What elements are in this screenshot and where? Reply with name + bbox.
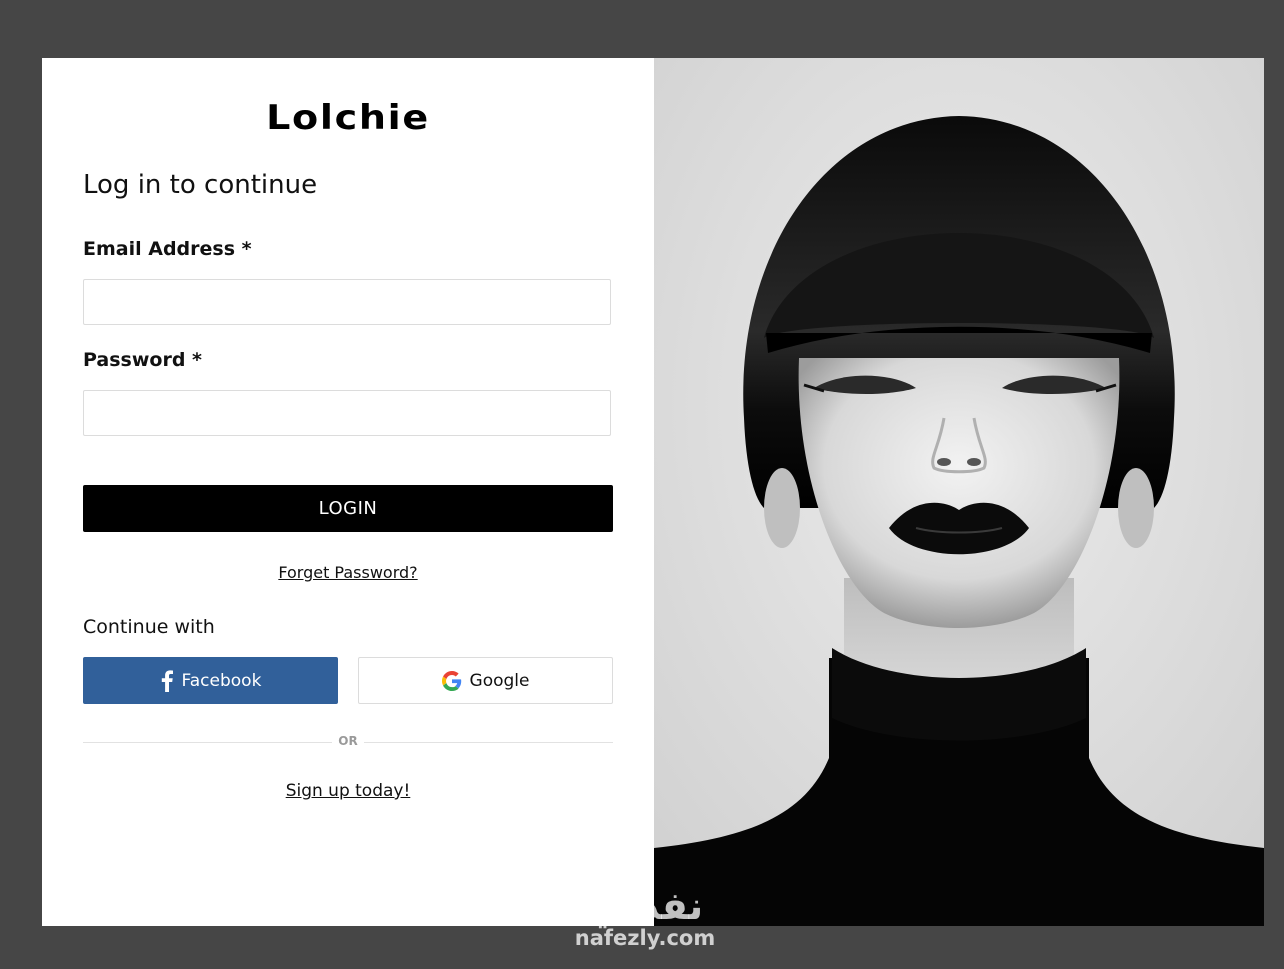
or-label: OR: [332, 734, 364, 748]
hero-image: [654, 58, 1264, 926]
watermark-latin: nafezly.com: [574, 926, 716, 950]
watermark-arabic: نفذلي: [586, 884, 704, 928]
login-panel: Lolchie Log in to continue Email Address…: [42, 58, 654, 926]
google-icon: [441, 670, 462, 691]
brand-logo: Lolchie: [266, 98, 430, 138]
email-label: Email Address *: [83, 238, 252, 260]
portrait-illustration: [654, 58, 1264, 926]
facebook-icon: [160, 669, 174, 692]
google-login-button[interactable]: Google: [358, 657, 613, 704]
password-field[interactable]: [83, 390, 611, 436]
or-separator: OR: [42, 734, 654, 748]
nafezly-watermark: نفذلي nafezly.com: [565, 886, 725, 950]
facebook-label: Facebook: [181, 670, 262, 691]
facebook-login-button[interactable]: Facebook: [83, 657, 338, 704]
login-button[interactable]: LOGIN: [83, 485, 613, 532]
login-card: Lolchie Log in to continue Email Address…: [42, 58, 1264, 926]
forget-password-link[interactable]: Forget Password?: [42, 563, 654, 582]
email-field[interactable]: [83, 279, 611, 325]
signup-link[interactable]: Sign up today!: [42, 781, 654, 801]
password-label: Password *: [83, 349, 202, 371]
page-title: Log in to continue: [83, 170, 318, 200]
continue-with-label: Continue with: [83, 616, 215, 638]
google-label: Google: [469, 670, 530, 691]
